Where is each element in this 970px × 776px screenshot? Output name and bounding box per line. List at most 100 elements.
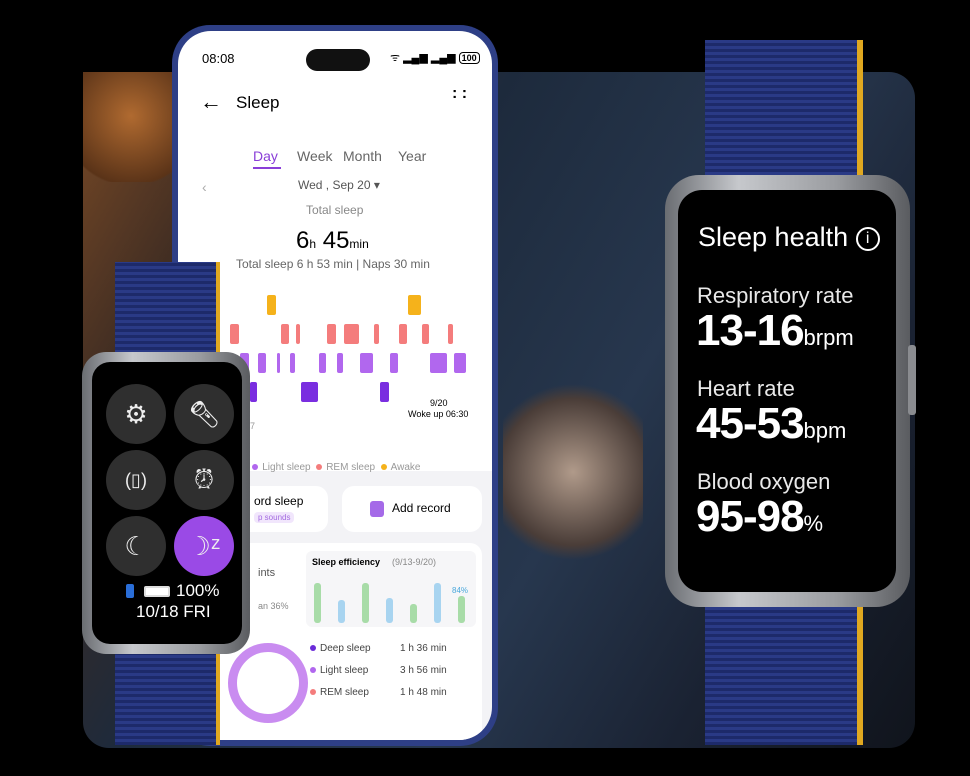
sleep-segment-deep bbox=[380, 382, 389, 402]
stage-name: Light sleep bbox=[320, 665, 369, 676]
battery-icon: 100 bbox=[458, 52, 480, 64]
status-icons: ᯤ ▂▄▆ ▂▄▆ 100 bbox=[390, 50, 480, 65]
prev-date-chevron-icon[interactable]: ‹ bbox=[202, 179, 207, 195]
efficiency-bar bbox=[338, 599, 345, 623]
sleep-segment-light bbox=[337, 353, 343, 373]
title-text: Sleep health bbox=[698, 222, 849, 252]
watch-status-icon bbox=[126, 584, 134, 598]
record-sleep-label: ord sleep bbox=[254, 494, 304, 508]
woke-up-label: Woke up 06:30 bbox=[408, 409, 469, 419]
value: 45-53 bbox=[696, 399, 805, 448]
tab-day[interactable]: Day bbox=[253, 148, 278, 164]
date-selector[interactable]: Wed , Sep 20 ▾ bbox=[298, 178, 380, 192]
stage-breakdown-row: Light sleep 3 h 56 min bbox=[310, 665, 480, 676]
points-compare: an 36% bbox=[258, 601, 289, 611]
sleep-segment-rem bbox=[280, 324, 289, 344]
chart-end-date: 9/20 bbox=[430, 398, 448, 408]
efficiency-bar bbox=[458, 595, 465, 623]
sleep-segment-deep bbox=[300, 382, 318, 402]
h-unit: h bbox=[309, 237, 317, 251]
moon-icon[interactable]: ☾ bbox=[106, 516, 166, 576]
add-record-label: Add record bbox=[392, 501, 451, 515]
left-watch-screen: ⚙ 🔦︎ (▯) ⏰︎ ☾ ☽ᶻ 100% 10/18 FRI bbox=[92, 362, 242, 644]
tab-week[interactable]: Week bbox=[297, 148, 333, 164]
right-watch-band-top bbox=[705, 40, 863, 190]
info-icon[interactable]: i bbox=[855, 226, 880, 251]
efficiency-bar bbox=[362, 583, 369, 623]
hours: 6 bbox=[296, 227, 310, 254]
page-title: Sleep bbox=[236, 93, 280, 112]
sleep-segment-rem bbox=[448, 324, 454, 344]
blood-oxygen-value: 95-98% bbox=[696, 492, 823, 542]
stage-name: REM sleep bbox=[320, 687, 369, 698]
stage-legend: eep Light sleep REM sleep Awake bbox=[230, 462, 421, 473]
tab-year[interactable]: Year bbox=[398, 148, 426, 164]
stage-name: Deep sleep bbox=[320, 643, 371, 654]
sleep-mode-icon[interactable]: ☽ᶻ bbox=[174, 516, 234, 576]
unit: bpm bbox=[803, 418, 847, 443]
tab-month[interactable]: Month bbox=[343, 148, 382, 164]
efficiency-bar bbox=[410, 604, 417, 623]
sleep-segment-rem bbox=[230, 324, 240, 344]
tab-indicator bbox=[253, 167, 281, 169]
sleep-segment-rem bbox=[398, 324, 407, 344]
sleep-summary: Total sleep 6 h 53 min | Naps 30 min bbox=[236, 257, 430, 271]
watch-date: 10/18 FRI bbox=[136, 602, 211, 621]
sleep-segment-awake bbox=[266, 295, 276, 315]
watch-band-top bbox=[115, 262, 220, 362]
date-text: Wed , Sep 20 bbox=[298, 178, 371, 192]
back-arrow-icon[interactable]: ← bbox=[200, 89, 222, 115]
sleep-segment-rem bbox=[374, 324, 380, 344]
sleep-segment-light bbox=[318, 353, 326, 373]
stage-breakdown-row: Deep sleep 1 h 36 min bbox=[310, 643, 480, 654]
stage-dot bbox=[310, 689, 316, 696]
unit: brpm bbox=[803, 325, 854, 350]
legend-light: Light sleep bbox=[262, 462, 311, 473]
note-icon bbox=[370, 501, 384, 517]
total-sleep-value: 6h 45min bbox=[296, 227, 369, 255]
sleep-segment-light bbox=[360, 353, 374, 373]
sleep-sounds-badge: p sounds bbox=[254, 512, 295, 523]
chart-start-label: 7 bbox=[250, 421, 256, 431]
sleep-segment-rem bbox=[326, 324, 337, 344]
stage-duration: 1 h 36 min bbox=[400, 643, 447, 654]
watch-side-button[interactable] bbox=[908, 345, 916, 415]
status-time: 08:08 bbox=[202, 51, 235, 66]
sleep-segment-light bbox=[454, 353, 466, 373]
sleep-donut bbox=[228, 643, 308, 723]
sleep-segment-light bbox=[258, 353, 266, 373]
m-unit: min bbox=[349, 237, 369, 251]
total-sleep-label: Total sleep bbox=[306, 203, 364, 217]
sleep-efficiency-chart: Sleep efficiency (9/13-9/20) 84% bbox=[306, 551, 476, 627]
alarm-icon[interactable]: ⏰︎ bbox=[174, 450, 234, 510]
right-watch-screen: Sleep health i Respiratory rate 13-16brp… bbox=[678, 190, 896, 592]
stage-duration: 1 h 48 min bbox=[400, 687, 447, 698]
legend-awake: Awake bbox=[390, 462, 421, 473]
more-icon[interactable]: : : bbox=[452, 86, 467, 102]
efficiency-title: Sleep efficiency bbox=[312, 557, 381, 567]
efficiency-bar bbox=[434, 583, 441, 623]
sleep-segment-rem bbox=[421, 324, 429, 344]
vibrate-icon[interactable]: (▯) bbox=[106, 450, 166, 510]
value: 13-16 bbox=[696, 306, 805, 355]
add-record-button[interactable]: Add record bbox=[342, 486, 482, 532]
sleep-stage-chart bbox=[230, 291, 467, 402]
sleep-segment-deep bbox=[250, 382, 258, 402]
efficiency-bar bbox=[314, 583, 321, 623]
efficiency-bar bbox=[386, 597, 393, 623]
sleep-segment-light bbox=[429, 353, 448, 373]
battery-percent: 100% bbox=[176, 581, 220, 600]
sleep-segment-light bbox=[389, 353, 398, 373]
flashlight-icon[interactable]: 🔦︎ bbox=[174, 384, 234, 444]
value: 95-98 bbox=[696, 492, 805, 541]
stage-dot bbox=[310, 645, 316, 652]
settings-icon[interactable]: ⚙ bbox=[106, 384, 166, 444]
sleep-segment-light bbox=[289, 353, 296, 373]
sleep-segment-rem bbox=[296, 324, 300, 344]
stage-duration: 3 h 56 min bbox=[400, 665, 447, 676]
heart-rate-value: 45-53bpm bbox=[696, 399, 846, 449]
watch-band-bottom bbox=[115, 645, 220, 745]
right-watch-band-bottom bbox=[705, 595, 863, 745]
legend-rem: REM sleep bbox=[326, 462, 376, 473]
minutes: 45 bbox=[322, 227, 350, 254]
